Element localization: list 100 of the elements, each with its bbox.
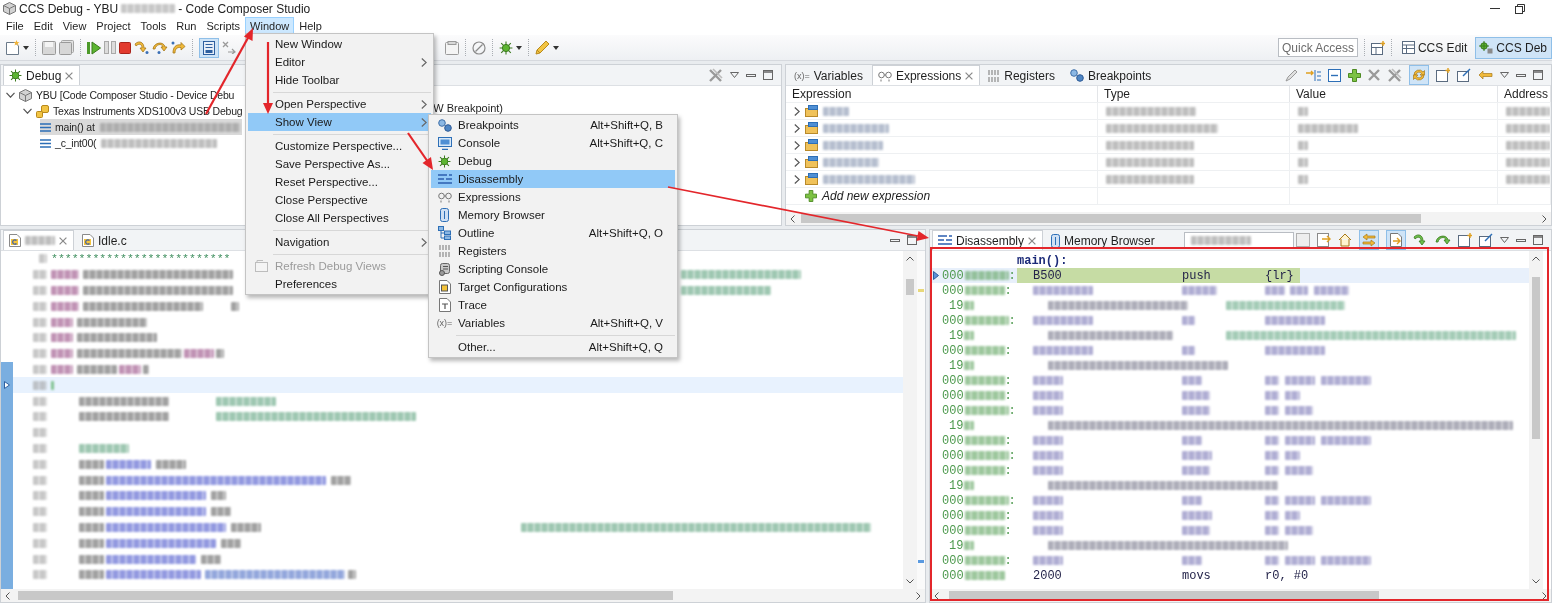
menu-item[interactable]: Trace	[431, 296, 675, 314]
scroll-down-icon[interactable]	[906, 579, 914, 584]
pencil-icon[interactable]	[1285, 68, 1299, 82]
remove-all-icon[interactable]	[708, 67, 723, 83]
menu-item[interactable]: Disassembly	[431, 170, 675, 188]
minimize-icon[interactable]	[1516, 73, 1526, 77]
collapse-icon[interactable]	[1328, 68, 1341, 82]
editor-tab[interactable]: Idle.c	[76, 230, 134, 250]
editor-tab[interactable]	[3, 230, 74, 250]
step-over-icon[interactable]	[1435, 233, 1451, 247]
expand-icon[interactable]	[23, 108, 32, 114]
menu-item[interactable]: Reset Perspective...	[248, 173, 431, 191]
menu-bar-item[interactable]: Edit	[28, 17, 58, 35]
tree-item[interactable]: _c_int00(	[40, 135, 220, 151]
perspective-button[interactable]: CCS Deb	[1475, 36, 1552, 59]
dropdown-caret-icon[interactable]	[516, 45, 522, 50]
new-file-icon[interactable]	[6, 40, 20, 55]
menu-bar-item[interactable]: File	[1, 17, 29, 35]
minimize-icon[interactable]	[1516, 238, 1526, 242]
close-icon[interactable]	[59, 236, 67, 245]
view-tab[interactable]: Debug	[3, 65, 81, 85]
remove-all-icon[interactable]	[1387, 67, 1402, 83]
scroll-up-icon[interactable]	[906, 256, 914, 261]
view-tab[interactable]: Disassembly	[932, 230, 1043, 250]
menu-bar-item[interactable]: Tools	[135, 17, 172, 35]
horizontal-scrollbar[interactable]	[786, 212, 1551, 225]
menu-item[interactable]: (x)= Variables Alt+Shift+Q, V	[431, 314, 675, 332]
menu-item[interactable]: Target Configurations	[431, 278, 675, 296]
menu-item[interactable]: Outline Alt+Shift+Q, O	[431, 224, 675, 242]
column-header[interactable]: Value	[1290, 86, 1498, 102]
clipboard-icon[interactable]	[445, 40, 459, 55]
bug-icon[interactable]	[438, 154, 451, 168]
menu-item[interactable]: Preferences	[248, 275, 431, 293]
view-tab[interactable]: Breakpoints	[1063, 65, 1159, 85]
scroll-up-icon[interactable]	[1532, 256, 1540, 261]
scroll-right-icon[interactable]	[916, 591, 921, 600]
remove-icon[interactable]	[1368, 69, 1380, 81]
column-header[interactable]: Address	[1498, 86, 1551, 102]
step-over-icon[interactable]	[152, 41, 168, 54]
menu-item[interactable]: Console Alt+Shift+Q, C	[431, 134, 675, 152]
column-header[interactable]: Type	[1098, 86, 1290, 102]
scrollbar-thumb[interactable]	[801, 214, 1421, 223]
menu-item[interactable]: Expressions	[431, 188, 675, 206]
dropdown-caret-icon[interactable]	[23, 45, 29, 50]
play-icon[interactable]	[87, 40, 101, 55]
menu-item[interactable]: Navigation	[248, 233, 431, 251]
window-pen-icon[interactable]	[1479, 233, 1493, 247]
vertical-scrollbar[interactable]	[1529, 251, 1543, 589]
view-menu-icon[interactable]	[730, 72, 739, 78]
home-icon[interactable]	[1338, 233, 1352, 247]
layout-plus-icon[interactable]	[1370, 40, 1385, 55]
minimize-icon[interactable]	[890, 238, 900, 242]
cross-arrow-icon[interactable]	[222, 41, 236, 54]
view-tab[interactable]: Memory Browser	[1045, 230, 1162, 250]
menu-item[interactable]: Editor	[248, 53, 431, 71]
menu-bar-item[interactable]: Project	[91, 17, 136, 35]
scroll-right-icon[interactable]	[1542, 214, 1547, 223]
horizontal-scrollbar[interactable]	[1, 589, 925, 602]
table-icon[interactable]	[1401, 41, 1415, 54]
stop-icon[interactable]	[119, 41, 131, 54]
view-tab[interactable]: Expressions	[871, 65, 981, 85]
save-all-icon[interactable]	[59, 40, 74, 55]
menu-item[interactable]: Open Perspective	[248, 95, 431, 113]
dropdown-caret-icon[interactable]	[553, 45, 559, 50]
scrollbar-thumb[interactable]	[906, 279, 914, 295]
close-icon[interactable]	[1028, 236, 1036, 245]
maximize-icon[interactable]	[1533, 235, 1543, 245]
menu-item[interactable]: Save Perspective As...	[248, 155, 431, 173]
menu-item[interactable]: Hide Toolbar	[248, 71, 431, 89]
menu-item[interactable]: Close All Perspectives	[248, 209, 431, 227]
menu-item[interactable]: Other... Alt+Shift+Q, Q	[431, 338, 675, 356]
view-tab[interactable]: Registers	[982, 65, 1062, 85]
overview-marker[interactable]	[918, 289, 924, 292]
quick-access-field[interactable]: Quick Access	[1277, 38, 1358, 57]
vertical-scrollbar[interactable]	[903, 251, 917, 589]
restore-icon[interactable]	[1515, 3, 1525, 14]
menu-item[interactable]: Customize Perspective...	[248, 137, 431, 155]
maximize-icon[interactable]	[907, 235, 917, 245]
view-menu-icon[interactable]	[1500, 237, 1509, 243]
scroll-left-icon[interactable]	[934, 591, 939, 600]
menu-bar-item[interactable]: Help	[294, 17, 327, 35]
scroll-right-icon[interactable]	[1542, 591, 1547, 600]
close-icon[interactable]	[65, 71, 74, 80]
expand-icon[interactable]	[6, 92, 15, 98]
view-tab[interactable]: (x)= Variables	[788, 65, 870, 85]
menu-bar-item[interactable]: View	[57, 17, 92, 35]
perspective-button[interactable]: CCS Edit	[1397, 36, 1473, 59]
add-expression-item[interactable]: Add new expression	[822, 189, 931, 203]
scrollbar-thumb[interactable]	[1532, 277, 1540, 439]
menu-item[interactable]: Show View	[248, 113, 431, 131]
step-return-icon[interactable]	[171, 41, 186, 54]
menu-item[interactable]: Registers	[431, 242, 675, 260]
column-header[interactable]: Expression	[786, 86, 1098, 102]
menu-item[interactable]: Debug	[431, 152, 675, 170]
menu-bar-item[interactable]: Run	[171, 17, 202, 35]
menu-item[interactable]: Memory Browser	[431, 206, 675, 224]
maximize-icon[interactable]	[1533, 70, 1543, 80]
circle-slash-icon[interactable]	[472, 40, 486, 55]
window-plus-icon[interactable]	[1458, 233, 1472, 247]
bug-icon[interactable]	[499, 40, 513, 55]
